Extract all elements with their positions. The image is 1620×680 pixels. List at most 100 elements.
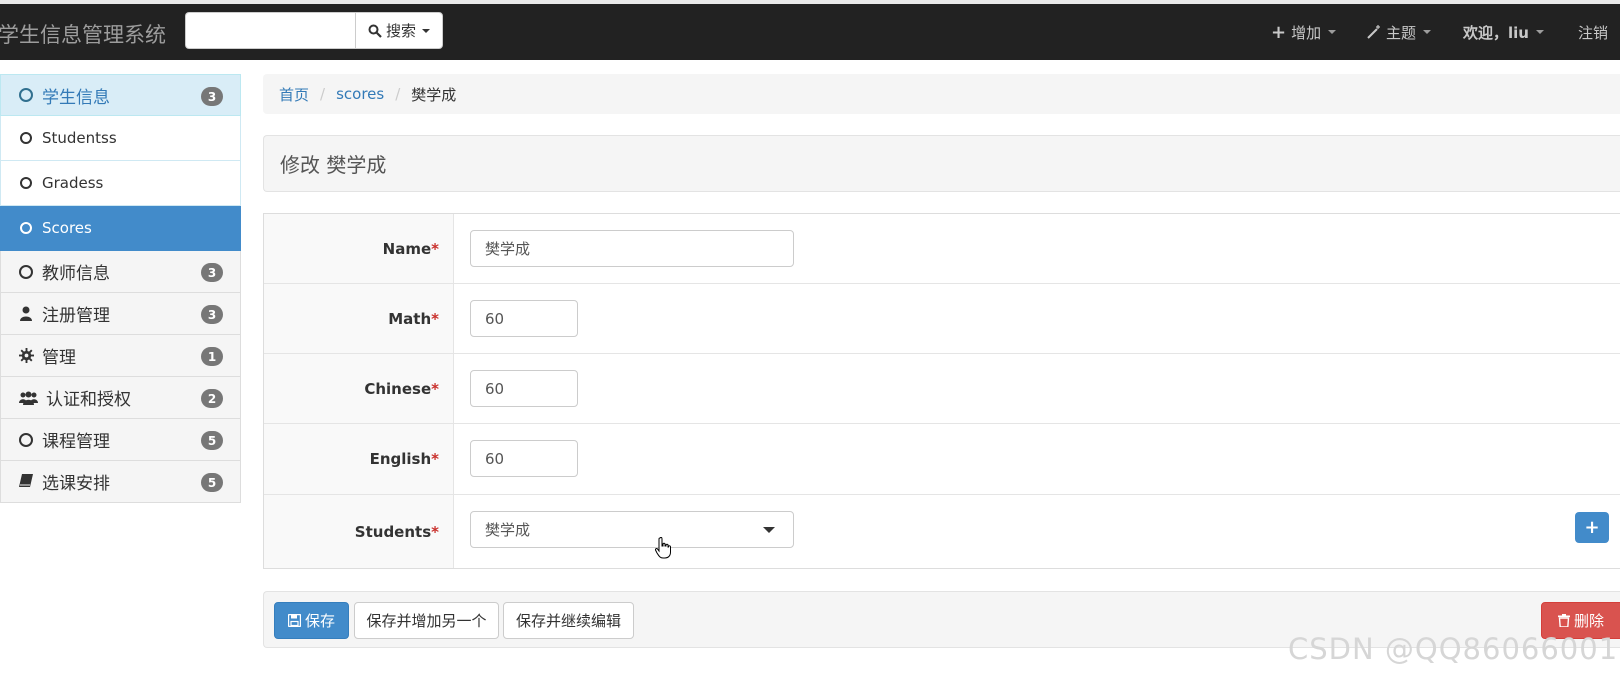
- user-icon: [18, 306, 34, 321]
- math-input[interactable]: 60: [470, 300, 578, 337]
- add-menu[interactable]: + 增加: [1271, 4, 1337, 60]
- chevron-down-icon: [1328, 30, 1337, 34]
- sidebar-item-label: Gradess: [42, 174, 104, 192]
- chevron-down-icon: [1423, 30, 1432, 34]
- form-row-students: Students * 樊学成 +: [264, 495, 1620, 568]
- required-mark: *: [431, 379, 439, 398]
- sidebar-item-course[interactable]: 课程管理 5: [0, 419, 241, 461]
- save-add-another-button[interactable]: 保存并增加另一个: [354, 602, 499, 639]
- required-mark: *: [431, 450, 439, 468]
- form-row-math: Math * 60: [264, 284, 1620, 354]
- logout-label: 注销: [1578, 23, 1609, 42]
- count-badge: 1: [201, 347, 223, 366]
- sidebar-item-student-info[interactable]: 学生信息 3: [0, 74, 241, 116]
- search-button-label: 搜索: [386, 22, 417, 40]
- students-select-value: 樊学成: [485, 521, 531, 539]
- save-continue-button[interactable]: 保存并继续编辑: [503, 602, 634, 639]
- circle-icon: [18, 177, 34, 189]
- breadcrumb-scores[interactable]: scores: [336, 85, 384, 103]
- breadcrumb-separator: /: [395, 85, 401, 103]
- sidebar-item-auth[interactable]: 认证和授权 2: [0, 377, 241, 419]
- chinese-input[interactable]: 60: [470, 370, 578, 407]
- count-badge: 2: [201, 389, 223, 408]
- field-label-text: Students: [354, 522, 432, 541]
- brand-title[interactable]: 学生信息管理系统: [0, 19, 166, 49]
- sidebar-item-label: Scores: [42, 219, 92, 237]
- top-navbar: 学生信息管理系统 搜索 + 增加 主题 欢迎，liu 注销: [0, 4, 1620, 60]
- required-mark: *: [431, 309, 439, 328]
- required-mark: *: [431, 522, 439, 541]
- sidebar-item-scores[interactable]: Scores: [0, 206, 241, 251]
- students-select[interactable]: 樊学成: [470, 511, 794, 548]
- form-row-name: Name * 樊学成: [264, 214, 1620, 284]
- delete-button-label: 删除: [1573, 612, 1604, 630]
- count-badge: 5: [201, 473, 223, 492]
- field-label: Math *: [264, 284, 454, 353]
- sidebar-item-label: Studentss: [42, 129, 117, 147]
- sidebar-item-label: 选课安排: [42, 474, 110, 494]
- count-badge: 5: [201, 431, 223, 450]
- watermark: CSDN @QQ860660016: [1288, 632, 1620, 666]
- circle-icon: [18, 132, 34, 144]
- field-label: Students *: [264, 495, 454, 568]
- search-input[interactable]: [185, 12, 355, 49]
- logout-link[interactable]: 注销: [1578, 4, 1608, 60]
- sidebar-item-admin[interactable]: 管理 1: [0, 335, 241, 377]
- circle-icon: [18, 264, 34, 279]
- trash-icon: [1557, 614, 1570, 627]
- sidebar-item-label: 教师信息: [42, 264, 110, 284]
- add-related-button[interactable]: +: [1575, 512, 1609, 543]
- sidebar-item-registration[interactable]: 注册管理 3: [0, 293, 241, 335]
- count-badge: 3: [201, 305, 223, 324]
- field-label-text: English: [369, 450, 432, 468]
- sidebar-item-label: 管理: [42, 348, 76, 368]
- sidebar-item-studentss[interactable]: Studentss: [0, 116, 241, 161]
- hand-cursor-icon: [655, 537, 671, 559]
- field-label: Chinese *: [264, 354, 454, 423]
- gear-icon: [18, 348, 34, 363]
- chevron-down-icon: [422, 28, 431, 33]
- edit-form: Name * 樊学成 Math * 60 Chinese * 60 English * …: [263, 213, 1620, 569]
- search-button[interactable]: 搜索: [355, 12, 444, 49]
- field-label-text: Chinese: [364, 379, 432, 398]
- required-mark: *: [431, 239, 439, 258]
- user-menu[interactable]: 欢迎，liu: [1463, 4, 1544, 60]
- name-input[interactable]: 樊学成: [470, 230, 794, 267]
- field-label-text: Math: [388, 309, 432, 328]
- search-group: 搜索: [185, 12, 444, 49]
- circle-icon: [18, 222, 34, 234]
- form-row-english: English * 60: [264, 424, 1620, 495]
- sidebar-item-gradess[interactable]: Gradess: [0, 161, 241, 206]
- users-icon: [18, 391, 38, 405]
- english-input[interactable]: 60: [470, 440, 578, 477]
- field-label: Name *: [264, 214, 454, 283]
- floppy-disk-icon: [287, 614, 301, 627]
- field-label: English *: [264, 424, 454, 494]
- add-menu-label: 增加: [1291, 23, 1322, 42]
- breadcrumb: 首页 / scores / 樊学成: [263, 74, 1620, 114]
- sidebar-item-label: 注册管理: [42, 306, 110, 326]
- breadcrumb-separator: /: [320, 85, 326, 103]
- breadcrumb-current: 樊学成: [411, 85, 457, 104]
- count-badge: 3: [201, 263, 223, 282]
- save-button[interactable]: 保存: [274, 602, 349, 639]
- count-badge: 3: [201, 87, 223, 106]
- theme-menu-label: 主题: [1386, 23, 1417, 42]
- field-label-text: Name: [382, 239, 432, 258]
- sidebar-item-label: 认证和授权: [46, 390, 131, 410]
- plus-icon: +: [1271, 21, 1287, 43]
- save-button-label: 保存: [304, 612, 335, 630]
- sidebar: 学生信息 3 Studentss Gradess Scores 教师信息 3 注…: [0, 74, 241, 503]
- user-greeting: 欢迎，liu: [1463, 23, 1529, 42]
- sidebar-item-teacher-info[interactable]: 教师信息 3: [0, 251, 241, 293]
- sidebar-item-course-selection[interactable]: 选课安排 5: [0, 461, 241, 503]
- circle-icon: [18, 432, 34, 447]
- chevron-down-icon: [763, 527, 775, 533]
- theme-menu[interactable]: 主题: [1367, 4, 1432, 60]
- magic-wand-icon: [1367, 25, 1380, 39]
- book-icon: [18, 474, 34, 489]
- circle-icon: [18, 88, 34, 102]
- page-title: 修改 樊学成: [263, 135, 1620, 192]
- chevron-down-icon: [1535, 30, 1544, 34]
- breadcrumb-home[interactable]: 首页: [279, 84, 309, 105]
